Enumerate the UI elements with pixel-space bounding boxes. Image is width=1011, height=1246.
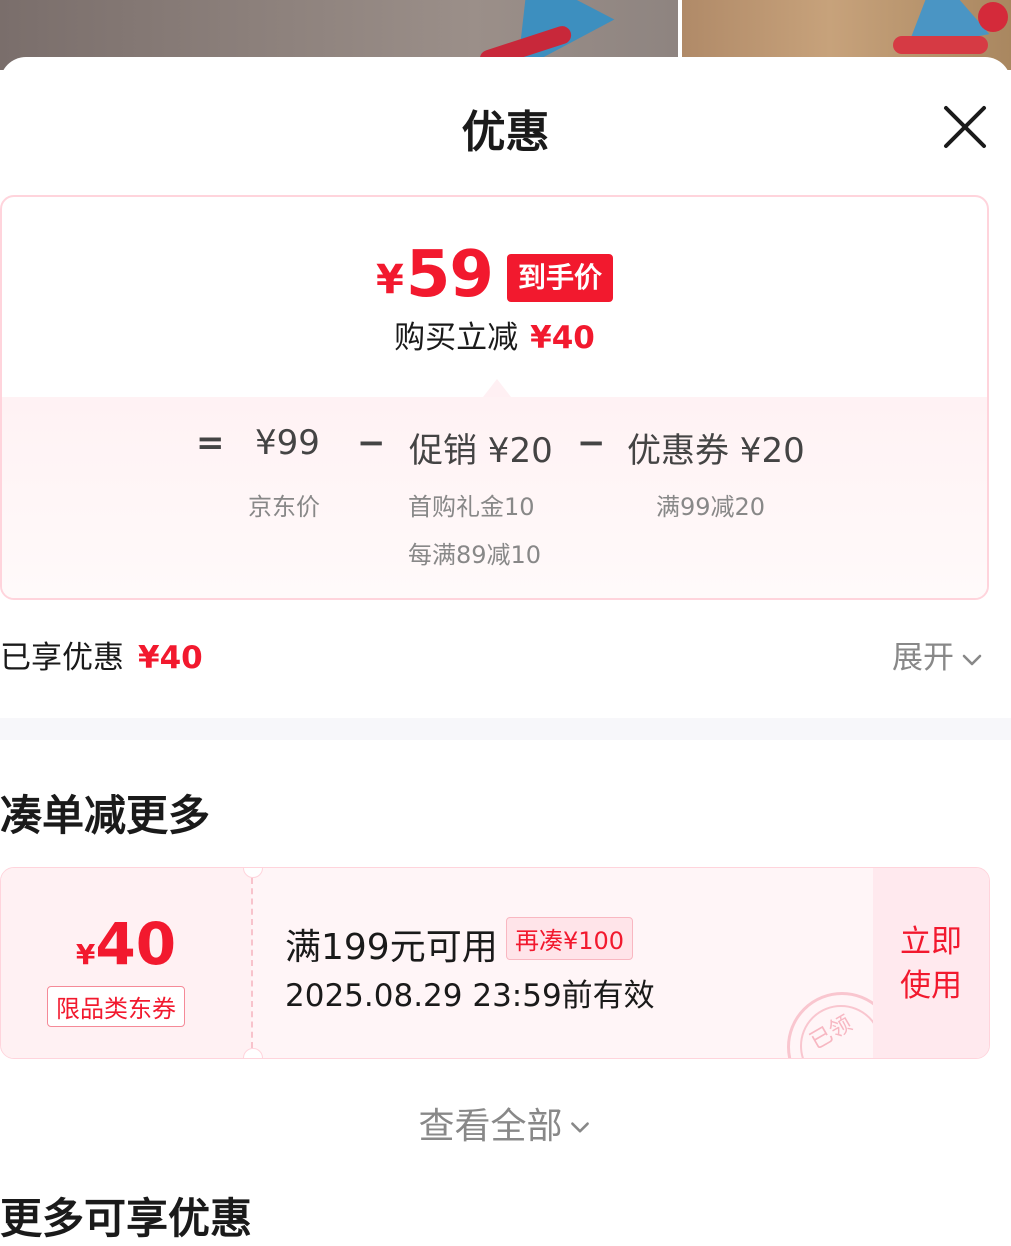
coupon-more-needed-badge: 再凑¥100	[506, 917, 634, 960]
formula-minus: −	[577, 423, 606, 463]
instant-discount-line: 购买立减 ¥40	[2, 312, 987, 357]
view-all-label: 查看全部	[418, 1106, 563, 1147]
expand-button[interactable]: 展开	[892, 632, 984, 677]
expand-label: 展开	[892, 640, 954, 676]
hat-pompom	[978, 2, 1008, 32]
coupon-type-tag: 限品类东券	[47, 986, 185, 1027]
final-price-row: ¥59 到手价	[2, 240, 987, 310]
chevron-down-icon	[570, 1122, 589, 1133]
pointer-notch	[483, 379, 511, 397]
formula-equals: =	[196, 423, 225, 463]
view-all-button[interactable]: 查看全部	[0, 1097, 1011, 1149]
close-button[interactable]	[938, 100, 992, 154]
more-offers-title: 更多可享优惠	[0, 1194, 253, 1243]
coupon-value: ¥40	[1, 910, 251, 978]
final-price-currency: ¥	[376, 257, 404, 303]
close-icon	[944, 106, 986, 148]
coupon-amount: 40	[95, 910, 177, 978]
final-price-amount: 59	[405, 238, 494, 312]
coupon-card: ¥40 限品类东券 满199元可用 再凑¥100 2025.08.29 23:5…	[0, 867, 990, 1059]
use-coupon-label-line: 立即	[900, 924, 962, 960]
formula-coupon: 优惠券 ¥20	[627, 431, 805, 471]
final-price-badge: 到手价	[506, 254, 613, 302]
instant-discount-label: 购买立减	[394, 320, 519, 356]
coupon-notch	[243, 1048, 263, 1058]
enjoyed-discount-amount: ¥40	[138, 640, 203, 676]
section-divider	[0, 718, 1011, 740]
price-breakdown-card: ¥59 到手价 购买立减 ¥40 = ¥99 − 促销 ¥20 − 优惠券 ¥20 …	[0, 195, 989, 600]
use-coupon-label: 立即 使用	[873, 920, 989, 1008]
instant-discount-amount: ¥40	[530, 320, 595, 356]
coupon-currency: ¥	[75, 938, 96, 971]
enjoyed-discount-label: 已享优惠	[0, 640, 124, 676]
enjoyed-discount: 已享优惠 ¥40	[0, 632, 203, 677]
coupon-perforation	[251, 878, 253, 1048]
party-hat-brim	[893, 36, 988, 54]
formula-promotion: 促销 ¥20	[409, 431, 553, 471]
formula-jd-price: ¥99	[255, 423, 320, 463]
coupon-condition: 满199元可用	[285, 927, 498, 968]
jd-price-label: 京东价	[248, 493, 320, 521]
chevron-down-icon	[962, 654, 982, 665]
use-coupon-button[interactable]: 立即 使用	[873, 868, 989, 1058]
bundle-section-title: 凑单减更多	[0, 791, 211, 840]
promo-detail: 首购礼金10	[408, 493, 535, 521]
coupon-validity: 2025.08.29 23:59前有效	[285, 978, 655, 1014]
coupon-detail: 满99减20	[656, 493, 766, 521]
sheet-title: 优惠	[461, 107, 550, 158]
promo-detail: 每满89减10	[408, 541, 542, 569]
formula-minus: −	[357, 423, 386, 463]
use-coupon-label-line: 使用	[900, 968, 962, 1004]
